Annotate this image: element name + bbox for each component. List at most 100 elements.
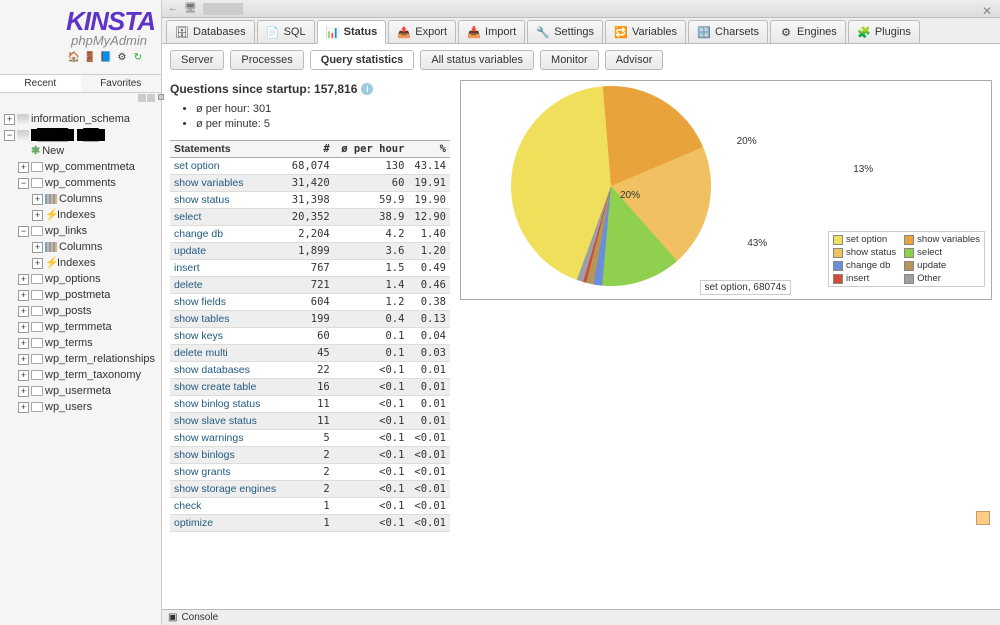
legend-item: change db — [833, 260, 896, 271]
console-bar[interactable]: ▣ Console — [162, 609, 1000, 625]
table-row: show warnings5<0.1<0.01 — [170, 430, 450, 447]
subtab-monitor[interactable]: Monitor — [540, 50, 599, 70]
subtab-processes[interactable]: Processes — [230, 50, 303, 70]
stmt-link[interactable]: delete — [170, 277, 286, 294]
stmt-link[interactable]: set option — [170, 158, 286, 175]
expand-icon[interactable]: + — [32, 194, 43, 205]
expand-icon[interactable]: + — [18, 162, 29, 173]
expand-icon[interactable]: + — [18, 290, 29, 301]
refresh-icon[interactable]: ↻ — [131, 50, 145, 64]
subtab-all-status-variables[interactable]: All status variables — [420, 50, 534, 70]
tab-sql[interactable]: 📄SQL — [257, 20, 315, 43]
settings-icon[interactable]: ⚙ — [115, 50, 129, 64]
stmt-link[interactable]: show tables — [170, 311, 286, 328]
subtab-query-statistics[interactable]: Query statistics — [310, 50, 415, 70]
table-wp_commentmeta[interactable]: +wp_commentmeta — [18, 159, 159, 175]
tab-plugins[interactable]: 🧩Plugins — [848, 20, 920, 43]
breadcrumb-server[interactable] — [203, 3, 243, 15]
table-row: delete7211.40.46 — [170, 277, 450, 294]
db-main[interactable]: −████ ██ — [4, 127, 159, 143]
tab-import[interactable]: 📥Import — [458, 20, 525, 43]
sidebar-tab-favorites[interactable]: Favorites — [81, 75, 162, 92]
table-wp_posts[interactable]: +wp_posts — [18, 303, 159, 319]
tab-status[interactable]: 📊Status — [317, 20, 387, 44]
stmt-link[interactable]: delete multi — [170, 345, 286, 362]
table-wp_links[interactable]: −wp_links — [18, 223, 159, 239]
expand-icon[interactable]: + — [18, 274, 29, 285]
tree-icon — [31, 370, 43, 380]
stmt-link[interactable]: select — [170, 209, 286, 226]
table-row: insert7671.50.49 — [170, 260, 450, 277]
indexes-node[interactable]: +⚡Indexes — [32, 255, 159, 271]
stmt-link[interactable]: show grants — [170, 464, 286, 481]
table-wp_postmeta[interactable]: +wp_postmeta — [18, 287, 159, 303]
expand-icon[interactable]: + — [18, 402, 29, 413]
collapse-icon[interactable]: − — [18, 226, 29, 237]
subtab-advisor[interactable]: Advisor — [605, 50, 664, 70]
columns-node[interactable]: +Columns — [32, 191, 159, 207]
col-per-hour[interactable]: ø per hour — [334, 141, 409, 158]
tab-engines[interactable]: ⚙Engines — [770, 20, 846, 43]
tab-export[interactable]: 📤Export — [388, 20, 456, 43]
table-wp_terms[interactable]: +wp_terms — [18, 335, 159, 351]
home-icon[interactable]: 🏠 — [67, 50, 81, 64]
stmt-link[interactable]: show storage engines — [170, 481, 286, 498]
stmt-link[interactable]: change db — [170, 226, 286, 243]
tab-settings[interactable]: 🔧Settings — [527, 20, 603, 43]
nav-back-icon[interactable]: ← — [168, 3, 178, 14]
console-toggle-icon[interactable]: ▣ — [168, 612, 177, 623]
stmt-link[interactable]: show create table — [170, 379, 286, 396]
stmt-link[interactable]: show warnings — [170, 430, 286, 447]
expand-icon[interactable]: + — [18, 386, 29, 397]
stmt-link[interactable]: optimize — [170, 515, 286, 532]
expand-icon[interactable]: + — [18, 306, 29, 317]
expand-icon[interactable]: + — [18, 354, 29, 365]
docs-icon[interactable]: 📘 — [99, 50, 113, 64]
edit-icon[interactable] — [976, 511, 990, 525]
indexes-node[interactable]: +⚡Indexes — [32, 207, 159, 223]
table-wp_options[interactable]: +wp_options — [18, 271, 159, 287]
tab-databases[interactable]: 🗄Databases — [166, 20, 255, 43]
expand-icon[interactable]: + — [18, 338, 29, 349]
col-statements[interactable]: Statements — [170, 141, 286, 158]
table-wp_users[interactable]: +wp_users — [18, 399, 159, 415]
info-icon[interactable]: i — [361, 83, 373, 95]
db-information-schema[interactable]: +information_schema — [4, 111, 159, 127]
status-icon: 📊 — [326, 25, 340, 39]
columns-node[interactable]: +Columns — [32, 239, 159, 255]
stmt-link[interactable]: show fields — [170, 294, 286, 311]
tab-variables[interactable]: 🔁Variables — [605, 20, 686, 43]
col-count[interactable]: # — [286, 141, 334, 158]
stmt-link[interactable]: check — [170, 498, 286, 515]
expand-icon[interactable]: + — [32, 242, 43, 253]
expand-icon[interactable]: + — [18, 370, 29, 381]
stmt-link[interactable]: show variables — [170, 175, 286, 192]
collapse-icon[interactable]: − — [4, 130, 15, 141]
sidebar-tab-recent[interactable]: Recent — [0, 75, 81, 92]
stmt-link[interactable]: update — [170, 243, 286, 260]
logout-icon[interactable]: 🚪 — [83, 50, 97, 64]
stmt-link[interactable]: show binlogs — [170, 447, 286, 464]
table-wp_termmeta[interactable]: +wp_termmeta — [18, 319, 159, 335]
close-icon[interactable]: ✕ — [982, 4, 992, 18]
collapse-icon[interactable]: − — [18, 178, 29, 189]
expand-icon[interactable]: + — [32, 210, 43, 221]
table-wp_term_taxonomy[interactable]: +wp_term_taxonomy — [18, 367, 159, 383]
expand-icon[interactable]: + — [4, 114, 15, 125]
stmt-link[interactable]: show keys — [170, 328, 286, 345]
table-wp_term_relationships[interactable]: +wp_term_relationships — [18, 351, 159, 367]
stmt-link[interactable]: show binlog status — [170, 396, 286, 413]
stmt-link[interactable]: show slave status — [170, 413, 286, 430]
tree-new[interactable]: ✱New — [18, 143, 159, 159]
tab-charsets[interactable]: 🔡Charsets — [688, 20, 768, 43]
table-wp_comments[interactable]: −wp_comments — [18, 175, 159, 191]
sidebar-resize-handle[interactable] — [158, 94, 164, 100]
stmt-link[interactable]: insert — [170, 260, 286, 277]
col-percent[interactable]: % — [408, 141, 450, 158]
stmt-link[interactable]: show databases — [170, 362, 286, 379]
subtab-server[interactable]: Server — [170, 50, 224, 70]
expand-icon[interactable]: + — [18, 322, 29, 333]
expand-icon[interactable]: + — [32, 258, 43, 269]
table-wp_usermeta[interactable]: +wp_usermeta — [18, 383, 159, 399]
stmt-link[interactable]: show status — [170, 192, 286, 209]
